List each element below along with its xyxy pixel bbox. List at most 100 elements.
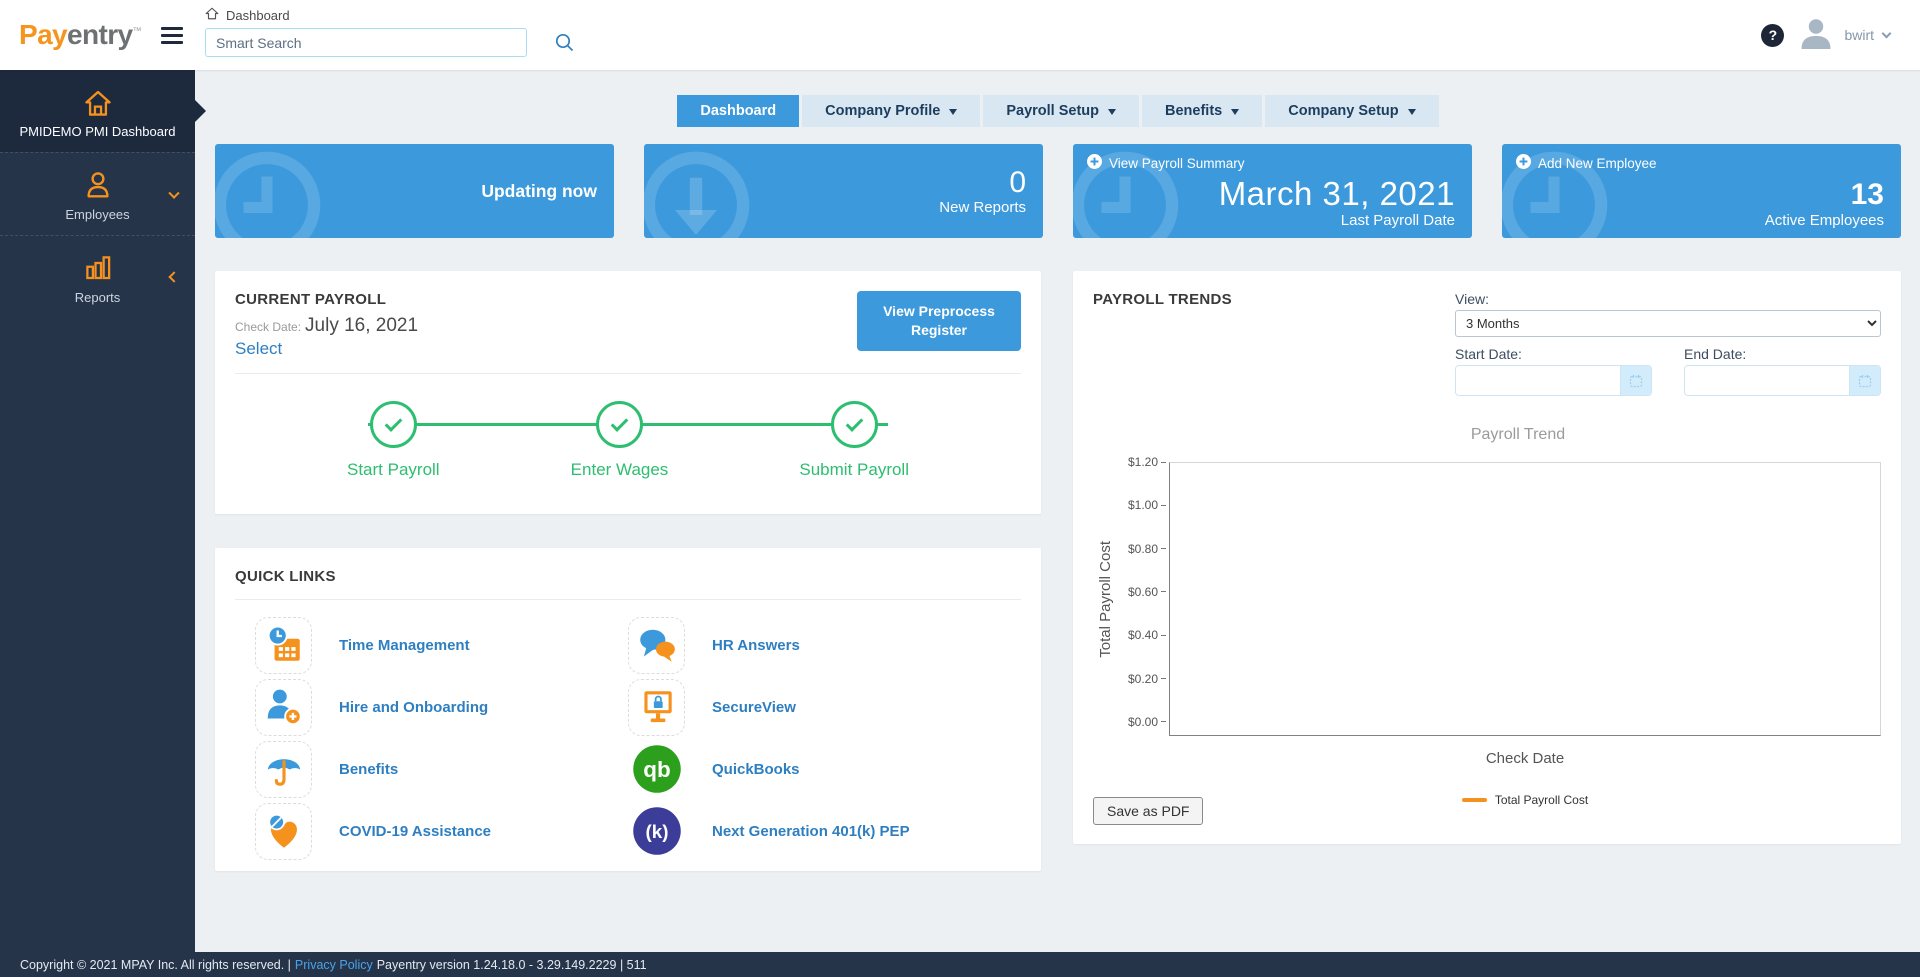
end-date-label: End Date: xyxy=(1684,346,1747,362)
step-submit-payroll: Submit Payroll xyxy=(799,401,909,480)
tab-benefits[interactable]: Benefits xyxy=(1142,95,1263,127)
current-payroll-panel: CURRENT PAYROLL Check Date: July 16, 2021… xyxy=(215,271,1041,514)
card-last-payroll[interactable]: View Payroll Summary March 31, 2021 Last… xyxy=(1073,144,1472,238)
payroll-trends-panel: PAYROLL TRENDS View: 3 Months Start Date… xyxy=(1073,271,1901,844)
payentry-logo: Payentry™ xyxy=(19,19,142,50)
add-new-employee-link[interactable]: Add New Employee xyxy=(1516,154,1657,172)
caret-down-icon xyxy=(1407,108,1416,119)
save-as-pdf-button[interactable]: Save as PDF xyxy=(1093,797,1204,825)
step-enter-wages: Enter Wages xyxy=(571,401,668,480)
search-icon[interactable] xyxy=(554,32,575,53)
divider xyxy=(235,599,1021,600)
plus-circle-icon xyxy=(1516,154,1531,172)
home-icon xyxy=(205,7,219,23)
download-icon xyxy=(644,144,758,238)
quick-link-hire-onboarding[interactable]: Hire and Onboarding xyxy=(255,676,628,738)
check-circle-icon xyxy=(830,401,878,448)
bar-chart-icon xyxy=(8,251,187,283)
help-icon[interactable]: ? xyxy=(1761,23,1785,47)
tab-dashboard[interactable]: Dashboard xyxy=(677,95,800,127)
menu-toggle-icon[interactable] xyxy=(160,26,183,44)
user-menu[interactable]: bwirt xyxy=(1797,14,1892,57)
payroll-progress-steps: Start Payroll Enter Wages Submit Payroll xyxy=(235,401,1021,480)
tab-company-setup[interactable]: Company Setup xyxy=(1265,95,1439,127)
sidebar: PMIDEMO PMI Dashboard Employees Reports xyxy=(0,70,195,952)
view-preprocess-register-button[interactable]: View Preprocess Register xyxy=(857,291,1021,351)
clock-icon xyxy=(215,144,329,238)
start-date-label: Start Date: xyxy=(1455,346,1522,362)
user-icon xyxy=(8,168,187,200)
header-right: ? bwirt xyxy=(1761,0,1920,70)
caret-down-icon xyxy=(949,108,958,119)
sidebar-item-employees[interactable]: Employees xyxy=(0,152,195,235)
quick-links-title: QUICK LINKS xyxy=(235,568,336,585)
quick-links-panel: QUICK LINKS Time Management HR Answers H… xyxy=(215,548,1041,871)
view-select[interactable]: 3 Months xyxy=(1455,310,1881,337)
check-date-value: July 16, 2021 xyxy=(305,315,419,336)
calendar-icon[interactable] xyxy=(1620,366,1651,395)
main-tabs: Dashboard Company Profile Payroll Setup … xyxy=(215,95,1901,127)
quick-link-benefits[interactable]: Benefits xyxy=(255,738,628,800)
hr-answers-icon xyxy=(628,616,685,674)
chart-title: Payroll Trend xyxy=(1470,426,1566,443)
secureview-icon xyxy=(628,678,685,736)
breadcrumb-label: Dashboard xyxy=(226,7,290,23)
start-date-input[interactable] xyxy=(1456,366,1620,395)
payroll-trends-title: PAYROLL TRENDS xyxy=(1093,291,1232,308)
sidebar-item-dashboard[interactable]: PMIDEMO PMI Dashboard xyxy=(0,70,195,152)
chevron-down-icon xyxy=(1881,28,1892,38)
legend-line-icon xyxy=(1461,798,1487,802)
check-circle-icon xyxy=(369,401,417,448)
stat-cards: Updating now 0 New Reports View Payroll … xyxy=(215,144,1901,238)
plus-circle-icon xyxy=(1087,154,1102,172)
quick-link-time-management[interactable]: Time Management xyxy=(255,614,628,676)
y-axis-label: Total Payroll Cost xyxy=(1096,540,1114,658)
card-active-employees[interactable]: Add New Employee 13 Active Employees xyxy=(1502,144,1901,238)
version-text: Payentry version 1.24.18.0 - 3.29.149.22… xyxy=(376,957,647,972)
quickbooks-icon: qb xyxy=(628,740,685,798)
tab-payroll-setup[interactable]: Payroll Setup xyxy=(983,95,1140,127)
caret-down-icon xyxy=(1108,108,1117,119)
breadcrumb[interactable]: Dashboard xyxy=(205,7,290,23)
svg-text:qb: qb xyxy=(643,757,671,782)
avatar xyxy=(1797,14,1835,57)
chart-legend: Total Payroll Cost xyxy=(1169,793,1881,807)
legend-label: Total Payroll Cost xyxy=(1494,793,1589,807)
quick-link-covid-assistance[interactable]: COVID-19 Assistance xyxy=(255,800,628,862)
quick-link-secureview[interactable]: SecureView xyxy=(628,676,1001,738)
quick-link-401k-pep[interactable]: (k) Next Generation 401(k) PEP xyxy=(628,800,1001,862)
hire-onboarding-icon xyxy=(255,678,312,736)
quick-link-hr-answers[interactable]: HR Answers xyxy=(628,614,1001,676)
footer: Copyright © 2021 MPAY Inc. All rights re… xyxy=(0,952,1920,977)
privacy-policy-link[interactable]: Privacy Policy xyxy=(295,958,373,972)
username: bwirt xyxy=(1844,27,1874,43)
check-date-label: Check Date: xyxy=(235,320,302,334)
chart-plot-area xyxy=(1169,462,1881,736)
card-new-reports[interactable]: 0 New Reports xyxy=(644,144,1043,238)
view-label: View: xyxy=(1455,291,1489,307)
check-circle-icon xyxy=(595,401,643,448)
home-icon xyxy=(8,85,187,117)
copyright-text: Copyright © 2021 MPAY Inc. All rights re… xyxy=(20,957,291,972)
401k-icon: (k) xyxy=(628,802,685,860)
caret-down-icon xyxy=(1231,108,1240,119)
tab-company-profile[interactable]: Company Profile xyxy=(802,95,981,127)
end-date-input[interactable] xyxy=(1685,366,1849,395)
search-input[interactable] xyxy=(205,28,527,57)
current-payroll-title: CURRENT PAYROLL xyxy=(235,291,387,308)
header-main: Dashboard xyxy=(195,0,1761,70)
main-content: Dashboard Company Profile Payroll Setup … xyxy=(195,70,1920,952)
card-updating[interactable]: Updating now xyxy=(215,144,614,238)
brand-area: Payentry™ xyxy=(0,0,195,70)
y-axis-ticks: $1.20 $1.00 $0.80 $0.60 $0.40 $0.20 $0.0… xyxy=(1117,455,1166,729)
x-axis-label: Check Date xyxy=(1485,750,1565,767)
covid-assistance-icon xyxy=(255,802,312,860)
select-payroll-link[interactable]: Select xyxy=(235,339,282,359)
top-bar: Payentry™ Dashboard ? bwirt xyxy=(0,0,1920,70)
calendar-icon[interactable] xyxy=(1849,366,1880,395)
step-start-payroll: Start Payroll xyxy=(347,401,440,480)
quick-link-quickbooks[interactable]: qb QuickBooks xyxy=(628,738,1001,800)
payroll-trend-chart: Payroll Trend Total Payroll Cost $1.20 $… xyxy=(1093,426,1881,807)
sidebar-item-reports[interactable]: Reports xyxy=(0,235,195,318)
svg-text:(k): (k) xyxy=(645,821,668,842)
